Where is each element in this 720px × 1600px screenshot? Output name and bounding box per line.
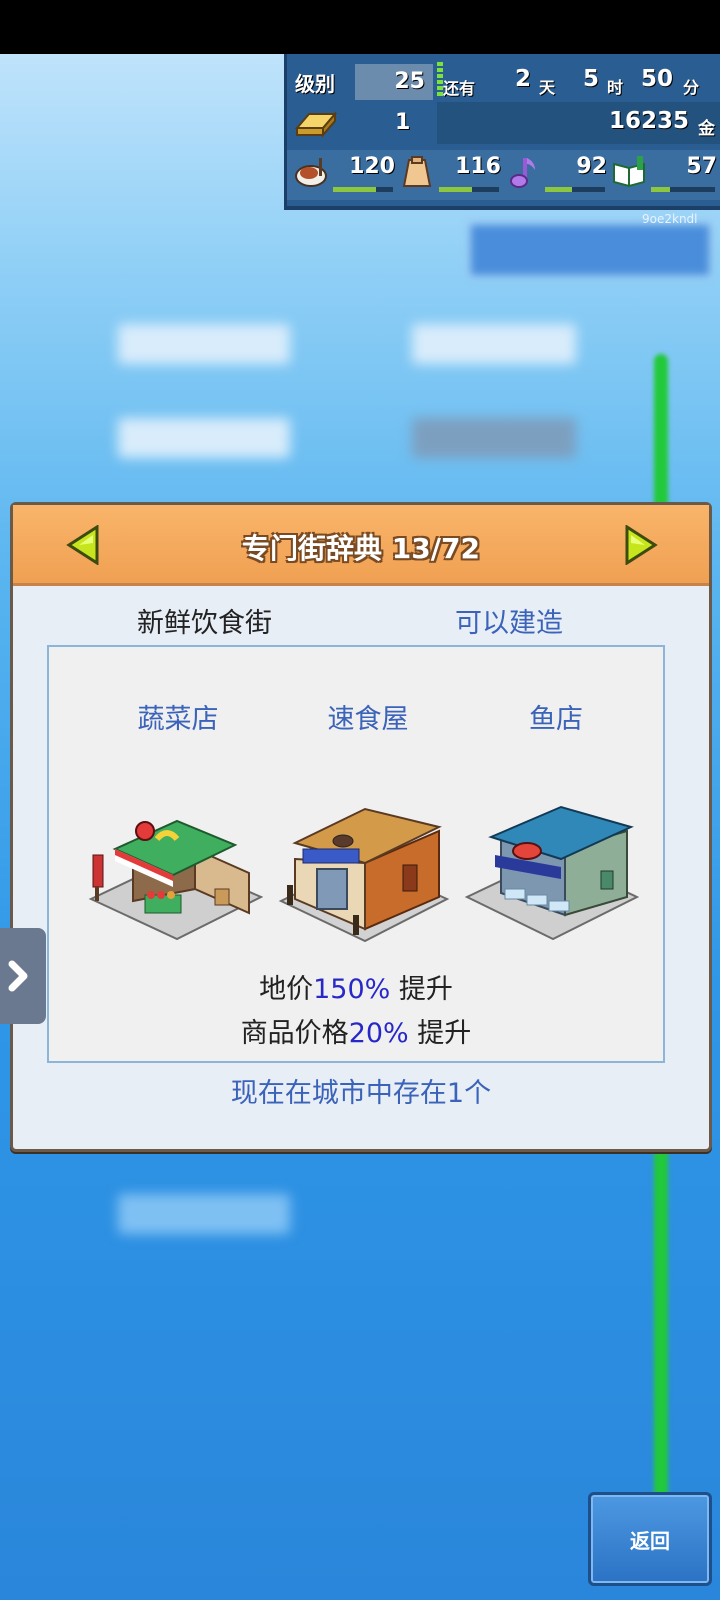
hours-unit: 时 [607,78,624,97]
effect2-value: 20% [348,1018,409,1049]
dialog-title: 专门街辞典 13/72 [242,532,480,565]
player-code: 9oe2kndl [642,212,698,226]
status-hud: 级别 25 还有 2 天 5 时 50 分 1 16235 金 120 116 … [284,54,720,210]
fish-shop-icon [464,805,639,941]
effect1-value: 150% [313,974,391,1005]
side-expand-tab[interactable] [0,928,46,1024]
days-unit: 天 [539,78,556,97]
gold-bar-icon [294,111,337,138]
exists-count-text: 现在在城市中存在1个 [230,1078,492,1109]
blurred-button [468,222,712,278]
stat-food-bar [333,187,377,192]
effect1-suffix: 提升 [390,974,453,1005]
minutes-unit: 分 [683,78,700,97]
level-value: 25 [394,69,425,94]
stat-fun-value: 92 [576,154,607,179]
stat-study: 57 [611,150,719,200]
land-price-effect: 地价150% 提升 [49,967,663,1006]
gold-bar-count: 1 [395,110,411,135]
effect2-suffix: 提升 [408,1018,472,1049]
back-button[interactable]: 返回 [588,1492,712,1586]
next-arrow-icon[interactable] [623,525,659,565]
stat-goods: 116 [399,150,503,200]
stat-goods-value: 116 [455,154,501,179]
hours-value: 5 [583,66,600,92]
shop-name-fast-food: 速食屋 [327,704,409,735]
food-icon [295,158,327,187]
vegetable-shop-icon [88,819,263,941]
chevron-right-icon [8,960,28,992]
level-label: 级别 [295,72,335,96]
status-bar [0,0,720,54]
street-dictionary-dialog: 专门街辞典 13/72 新鲜饮食街 可以建造 蔬菜店 速食屋 鱼店 地价150%… [10,502,712,1152]
shop-name-fish: 鱼店 [529,704,583,735]
stats-row: 120 116 92 57 [287,150,720,200]
book-icon [613,156,645,188]
music-note-icon [510,158,535,188]
money-unit: 金 [698,119,715,139]
stat-food-value: 120 [349,154,395,179]
minutes-value: 50 [641,66,674,92]
effect1-prefix: 地价 [259,974,314,1005]
fast-food-shop-icon [278,807,450,943]
goods-price-effect: 商品价格20% 提升 [49,1011,663,1050]
stat-study-bar [651,187,671,192]
days-value: 2 [515,66,532,92]
dialog-header: 专门街辞典 13/72 [13,505,709,586]
effect2-prefix: 商品价格 [240,1018,349,1049]
bag-icon [402,156,432,187]
build-status: 可以建造 [455,608,563,639]
money-area: 16235 金 [437,102,720,144]
stat-fun: 92 [505,150,609,200]
stat-study-value: 57 [686,154,717,179]
stat-food: 120 [293,150,397,200]
shop-panel: 蔬菜店 速食屋 鱼店 地价150% 提升 商品价格20% 提升 [47,645,665,1063]
street-name: 新鲜饮食街 [137,608,272,639]
stat-goods-bar [439,187,472,192]
remaining-label: 还有 [443,79,476,98]
stat-fun-bar [545,187,572,192]
back-button-label: 返回 [630,1529,670,1553]
level-box: 25 [355,64,433,100]
money-value: 16235 [608,108,689,134]
shop-name-vegetable: 蔬菜店 [137,704,219,735]
